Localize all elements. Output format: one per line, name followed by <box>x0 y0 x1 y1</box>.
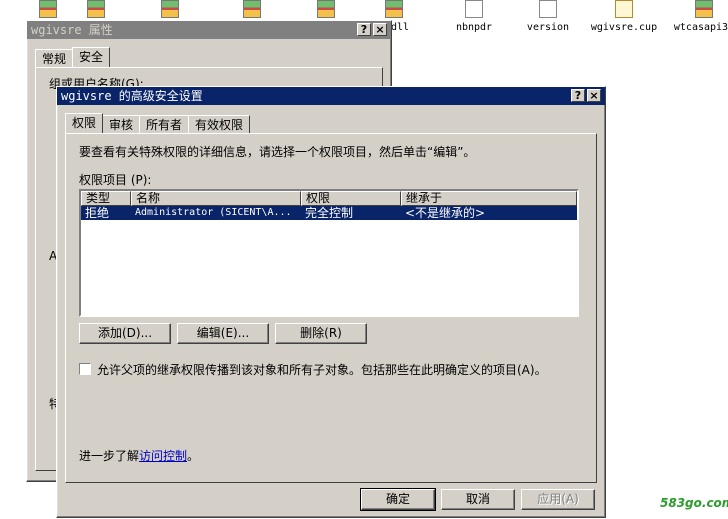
archive-icon <box>87 0 105 18</box>
tab-permissions[interactable]: 权限 <box>65 113 104 133</box>
permission-entries-label: 权限项目 (P): <box>79 173 152 187</box>
dialog-title: wgivsre 的高级安全设置 <box>57 87 605 105</box>
desktop-file-icon[interactable]: version <box>508 0 588 40</box>
properties-close-button[interactable]: × <box>373 23 387 36</box>
desktop-file-label: wtcasapi32 <box>673 22 728 33</box>
cancel-button[interactable]: 取消 <box>441 489 515 510</box>
tab-effective-permissions[interactable]: 有效权限 <box>188 115 251 133</box>
inherit-checkbox-label: 允许父项的继承权限传播到该对象和所有子对象。包括那些在此明确定义的项目(A)。 <box>97 363 547 377</box>
dialog-help-button[interactable]: ? <box>571 89 585 102</box>
properties-help-button[interactable]: ? <box>357 23 371 36</box>
tab-general[interactable]: 常规 <box>35 49 74 67</box>
learn-more-suffix: 。 <box>187 449 200 463</box>
column-type[interactable]: 类型 <box>81 191 131 206</box>
archive-icon <box>695 0 713 18</box>
desktop-file-icon[interactable]: nbnpdr <box>434 0 514 40</box>
archive-icon <box>317 0 335 18</box>
tab-auditing[interactable]: 审核 <box>102 115 141 133</box>
row-type: 拒绝 <box>85 206 110 220</box>
site-watermark: 583go.com <box>660 496 728 510</box>
advanced-security-dialog: wgivsre 的高级安全设置 ? × 权限 审核 所有者 有效权限 要查看有关… <box>56 86 606 518</box>
apply-button[interactable]: 应用(A) <box>521 489 595 510</box>
archive-icon <box>39 0 57 18</box>
ok-button[interactable]: 确定 <box>360 488 436 511</box>
desktop-file-icon[interactable]: wgivsre.cup <box>584 0 664 40</box>
table-row[interactable]: 拒绝 Administrator (SICENT\A... 完全控制 <不是继承… <box>81 206 577 220</box>
row-permission: 完全控制 <box>305 206 354 220</box>
row-name: Administrator (SICENT\A... <box>135 207 292 218</box>
archive-icon <box>615 0 633 18</box>
row-inherited-from: <不是继承的> <box>405 206 486 220</box>
inherit-checkbox[interactable] <box>79 363 91 375</box>
intro-text: 要查看有关特殊权限的详细信息，请选择一个权限项目，然后单击“编辑”。 <box>79 145 476 159</box>
archive-icon <box>161 0 179 18</box>
list-header: 类型 名称 权限 继承于 <box>81 191 577 206</box>
column-inherited-from[interactable]: 继承于 <box>401 191 577 206</box>
desktop-file-label: version <box>526 22 570 33</box>
add-button[interactable]: 添加(D)... <box>79 323 171 344</box>
document-icon <box>539 0 557 18</box>
tab-security[interactable]: 安全 <box>72 47 111 67</box>
learn-more-prefix: 进一步了解 <box>79 449 140 463</box>
desktop-file-icon[interactable]: wtcasapi32 <box>664 0 728 40</box>
column-name[interactable]: 名称 <box>131 191 301 206</box>
desktop-file-label: nbnpdr <box>455 22 493 33</box>
desktop-file-label: wgivsre.cup <box>590 22 658 33</box>
properties-title: wgivsre 属性 <box>27 21 391 39</box>
dialog-close-button[interactable]: × <box>587 89 601 102</box>
tab-owner[interactable]: 所有者 <box>139 115 190 133</box>
document-icon <box>465 0 483 18</box>
edit-button[interactable]: 编辑(E)... <box>177 323 269 344</box>
archive-icon <box>243 0 261 18</box>
column-permission[interactable]: 权限 <box>301 191 401 206</box>
remove-button[interactable]: 删除(R) <box>275 323 367 344</box>
learn-more-text: 进一步了解访问控制。 <box>79 447 199 464</box>
permission-entries-list[interactable]: 类型 名称 权限 继承于 拒绝 Administrator (SICENT\A.… <box>79 189 579 317</box>
archive-icon <box>385 0 403 18</box>
access-control-link[interactable]: 访问控制 <box>139 449 187 463</box>
